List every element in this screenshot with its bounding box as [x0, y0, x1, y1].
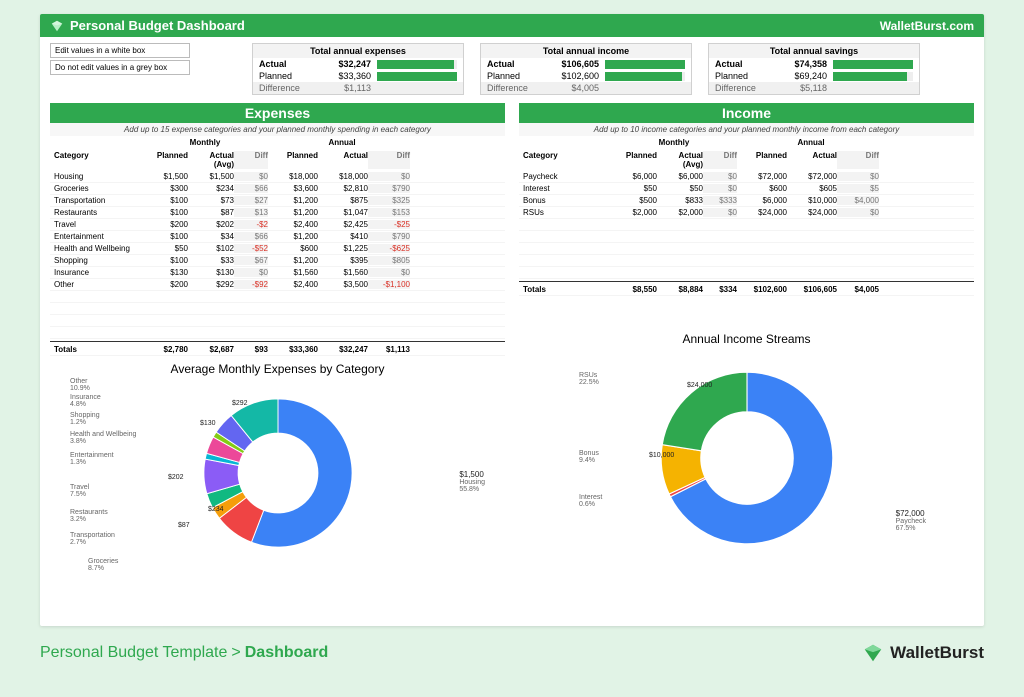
table-row: Paycheck$6,000$6,000$0$72,000$72,000$0: [519, 171, 974, 183]
site-link[interactable]: WalletBurst.com: [880, 19, 974, 33]
table-row: Other$200$292-$92$2,400$3,500-$1,100: [50, 279, 505, 291]
table-row: Restaurants$100$87$13$1,200$1,047$153: [50, 207, 505, 219]
expenses-panel: Expenses Add up to 15 expense categories…: [50, 103, 505, 578]
breadcrumb-root[interactable]: Personal Budget Template: [40, 644, 227, 662]
summary-expenses: Total annual expenses Actual$32,247 Plan…: [252, 43, 464, 95]
income-header: Income: [519, 103, 974, 123]
expenses-table: Housing$1,500$1,500$0$18,000$18,000$0Gro…: [50, 171, 505, 356]
table-row: Housing$1,500$1,500$0$18,000$18,000$0: [50, 171, 505, 183]
table-row: Shopping$100$33$67$1,200$395$805: [50, 255, 505, 267]
summary-income: Total annual income Actual$106,605 Plann…: [480, 43, 692, 95]
table-row: Interest$50$50$0$600$605$5: [519, 183, 974, 195]
table-row: Health and Wellbeing$50$102-$52$600$1,22…: [50, 243, 505, 255]
table-row: Transportation$100$73$27$1,200$875$325: [50, 195, 505, 207]
income-table: Paycheck$6,000$6,000$0$72,000$72,000$0In…: [519, 171, 974, 296]
table-row: Entertainment$100$34$66$1,200$410$790: [50, 231, 505, 243]
page-title: Personal Budget Dashboard: [70, 18, 245, 33]
table-row: Insurance$130$130$0$1,560$1,560$0: [50, 267, 505, 279]
table-row: Travel$200$202-$2$2,400$2,425-$25: [50, 219, 505, 231]
titlebar: Personal Budget Dashboard WalletBurst.co…: [40, 14, 984, 37]
table-row: Groceries$300$234$66$3,600$2,810$790: [50, 183, 505, 195]
income-donut-chart: $72,000Paycheck67.5% Interest0.6% Bonus9…: [519, 348, 974, 578]
expenses-header: Expenses: [50, 103, 505, 123]
walletburst-logo[interactable]: WalletBurst: [862, 642, 984, 664]
table-row: Bonus$500$833$333$6,000$10,000$4,000: [519, 195, 974, 207]
expenses-table-head: Monthly Annual: [50, 136, 505, 149]
gem-icon: [862, 642, 884, 664]
breadcrumb-current: Dashboard: [245, 644, 329, 662]
summary-row: Edit values in a white box Do not edit v…: [40, 37, 984, 99]
breadcrumb-footer: Personal Budget Template > Dashboard Wal…: [0, 634, 1024, 672]
expenses-donut-chart: $1,500Housing55.8% Groceries8.7% Transpo…: [50, 378, 505, 578]
note-readonly: Do not edit values in a grey box: [50, 60, 190, 75]
note-editable: Edit values in a white box: [50, 43, 190, 58]
edit-notes: Edit values in a white box Do not edit v…: [50, 43, 190, 95]
summary-savings: Total annual savings Actual$74,358 Plann…: [708, 43, 920, 95]
dashboard-card: Personal Budget Dashboard WalletBurst.co…: [40, 14, 984, 626]
totals-row: Totals$2,780$2,687$93$33,360$32,247$1,11…: [50, 341, 505, 356]
gem-icon: [50, 19, 64, 33]
totals-row: Totals$8,550$8,884$334$102,600$106,605$4…: [519, 281, 974, 296]
expenses-chart-title: Average Monthly Expenses by Category: [50, 356, 505, 378]
table-row: RSUs$2,000$2,000$0$24,000$24,000$0: [519, 207, 974, 219]
income-chart-title: Annual Income Streams: [519, 326, 974, 348]
income-panel: Income Add up to 10 income categories an…: [519, 103, 974, 578]
